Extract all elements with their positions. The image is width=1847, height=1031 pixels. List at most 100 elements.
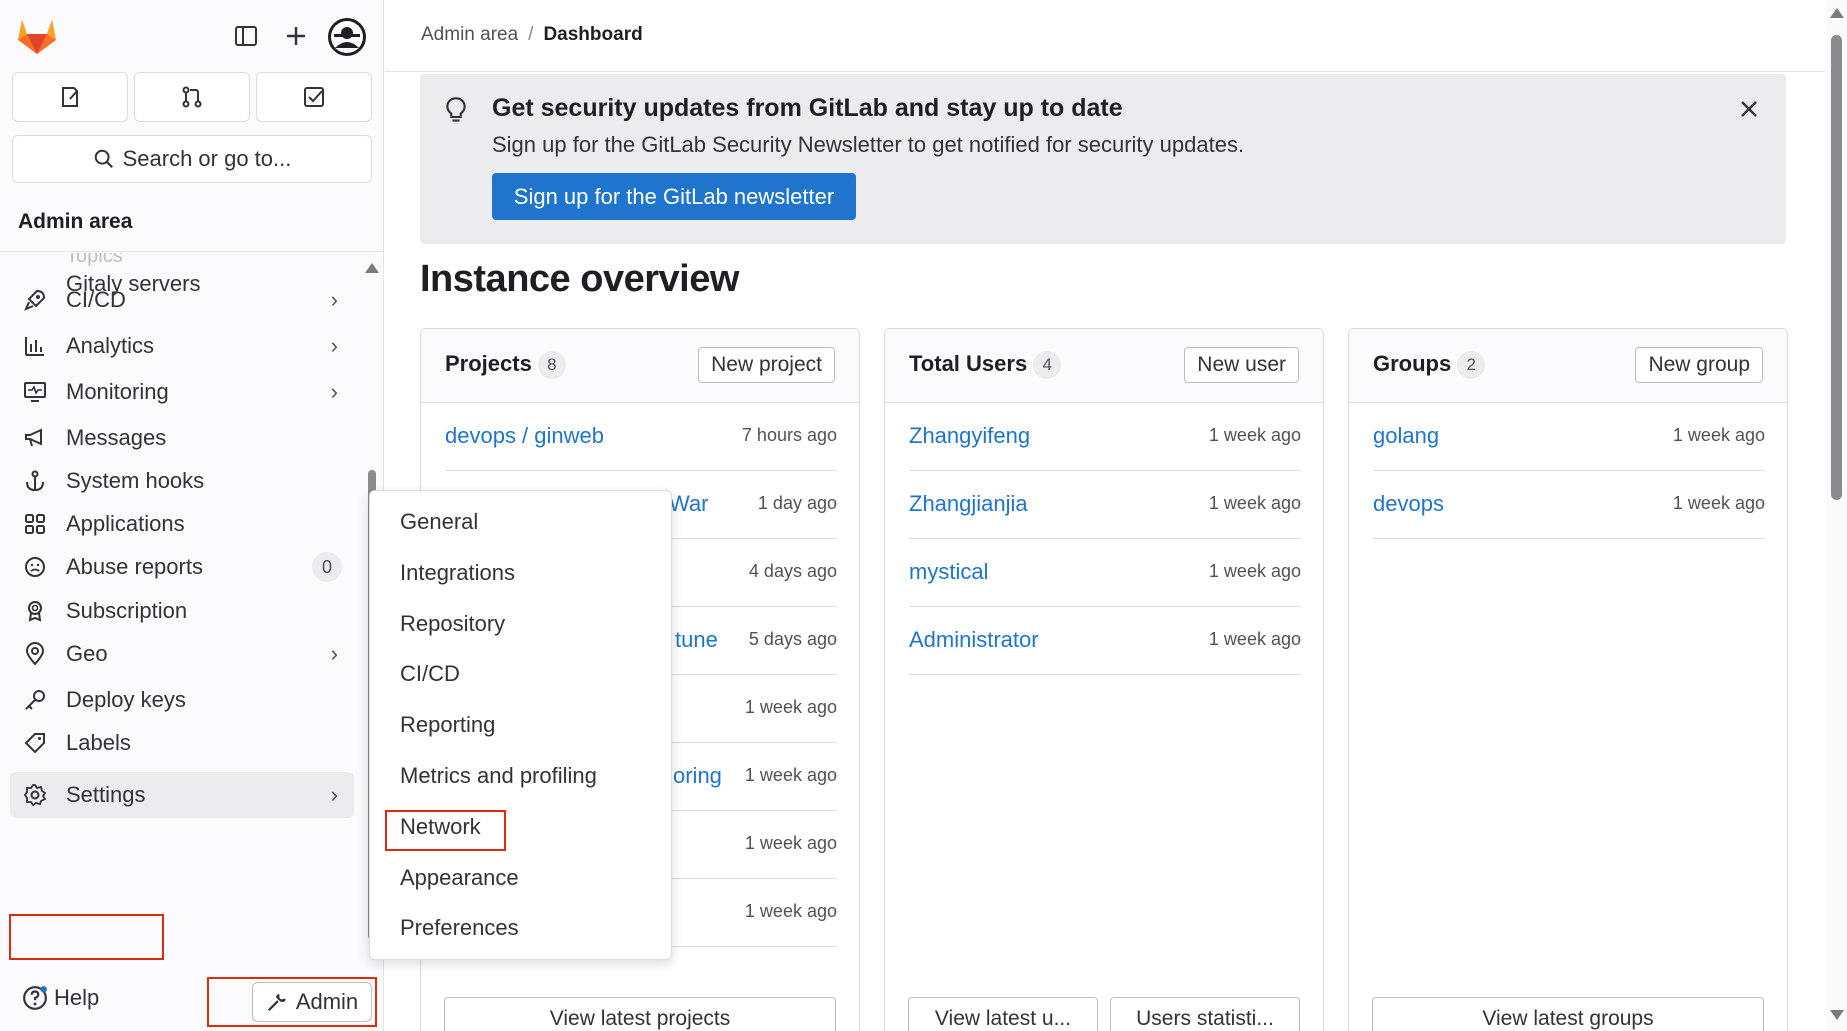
view-latest-users-button[interactable]: View latest u... xyxy=(908,997,1098,1031)
page-scrollbar-thumb[interactable] xyxy=(1831,35,1842,500)
project-time: 1 day ago xyxy=(757,493,837,513)
settings-menu-network[interactable]: Network xyxy=(400,814,481,840)
scroll-down-icon[interactable] xyxy=(1830,1010,1844,1020)
sidebar-item-label: Abuse reports xyxy=(66,554,203,579)
settings-menu-reporting[interactable]: Reporting xyxy=(400,712,495,738)
help-button[interactable]: Help xyxy=(22,985,99,1011)
projects-count-badge: 8 xyxy=(537,351,566,380)
sidebar-item-ci-cd[interactable]: CI/CD › xyxy=(10,277,354,323)
issues-button[interactable] xyxy=(12,72,128,122)
new-group-button[interactable]: New group xyxy=(1635,347,1763,383)
settings-menu-ci-cd[interactable]: CI/CD xyxy=(400,661,460,687)
sidebar-item-monitoring[interactable]: Monitoring › xyxy=(10,369,354,415)
scroll-up-icon[interactable] xyxy=(1830,8,1844,18)
project-link[interactable]: oring xyxy=(673,763,722,789)
anchor-icon xyxy=(22,468,48,494)
view-latest-projects-button[interactable]: View latest projects xyxy=(444,997,836,1031)
apps-icon xyxy=(22,511,48,537)
breadcrumb: Admin area / Dashboard xyxy=(421,24,643,45)
users-card-header: Total Users 4 New user xyxy=(885,329,1323,403)
sidebar-item-label: Applications xyxy=(66,511,185,536)
page-scrollbar[interactable] xyxy=(1826,0,1847,1031)
project-link[interactable]: devops / ginweb xyxy=(445,423,604,449)
user-avatar[interactable] xyxy=(328,18,366,56)
search-button[interactable]: Search or go to... xyxy=(12,135,372,183)
sidebar-item-label: Settings xyxy=(66,782,146,807)
sidebar-context-title: Admin area xyxy=(0,200,383,252)
sidebar-item-label: Monitoring xyxy=(66,379,169,404)
settings-menu-preferences[interactable]: Preferences xyxy=(400,915,519,941)
banner-title: Get security updates from GitLab and sta… xyxy=(492,94,1123,122)
search-label: Search or go to... xyxy=(122,146,292,171)
settings-menu-repository[interactable]: Repository xyxy=(400,611,505,637)
sidebar-item-system-hooks[interactable]: System hooks xyxy=(10,458,354,504)
chevron-right-icon: › xyxy=(330,379,338,404)
new-project-button[interactable]: New project xyxy=(698,347,835,383)
gitlab-logo-icon[interactable] xyxy=(16,16,58,56)
group-link[interactable]: golang xyxy=(1373,423,1439,449)
sidebar-toggle-icon[interactable] xyxy=(228,18,264,54)
project-link[interactable]: tune xyxy=(675,627,718,653)
project-time: 1 week ago xyxy=(744,901,837,921)
sidebar-nav[interactable]: Topics Gitaly servers CI/CD › Analytics › Mon… xyxy=(0,253,383,963)
sidebar-item-settings[interactable]: Settings › xyxy=(10,772,354,818)
wrench-icon xyxy=(267,994,286,1012)
sidebar-item-label: Subscription xyxy=(66,598,188,623)
breadcrumb-admin-area[interactable]: Admin area xyxy=(421,24,518,45)
sidebar-item-messages[interactable]: Messages xyxy=(10,415,354,461)
group-row: devops 1 week ago xyxy=(1373,471,1765,539)
sidebar-item-deploy-keys[interactable]: Deploy keys xyxy=(10,677,354,723)
users-card: Total Users 4 New user Zhangyifeng 1 week … xyxy=(884,328,1324,1031)
settings-menu-appearance[interactable]: Appearance xyxy=(400,865,519,891)
users-title: Total Users xyxy=(909,351,1028,376)
groups-count-badge: 2 xyxy=(1457,351,1486,380)
search-icon xyxy=(94,149,113,168)
sidebar-item-subscription[interactable]: Subscription xyxy=(10,588,354,634)
users-count-badge: 4 xyxy=(1033,351,1062,380)
todos-button[interactable] xyxy=(256,72,372,122)
user-link[interactable]: mystical xyxy=(909,559,988,585)
chevron-right-icon: › xyxy=(330,287,338,312)
settings-menu-metrics-and-profiling[interactable]: Metrics and profiling xyxy=(400,763,597,789)
newsletter-signup-button[interactable]: Sign up for the GitLab newsletter xyxy=(492,173,856,220)
sidebar-item-label: Geo xyxy=(66,641,108,666)
sidebar-item-labels[interactable]: Labels xyxy=(10,720,354,766)
chevron-right-icon: › xyxy=(330,641,338,666)
project-row: devops / ginweb 7 hours ago xyxy=(445,403,837,471)
user-link[interactable]: Administrator xyxy=(909,627,1039,653)
user-link[interactable]: Zhangjianjia xyxy=(909,491,1028,517)
todo-icon xyxy=(304,87,324,107)
sidebar-scroll-up-icon[interactable] xyxy=(365,263,379,273)
close-icon[interactable] xyxy=(1734,94,1764,124)
sidebar-item-applications[interactable]: Applications xyxy=(10,501,354,547)
help-icon xyxy=(23,986,47,1010)
user-link[interactable]: Zhangyifeng xyxy=(909,423,1030,449)
rocket-icon xyxy=(22,287,48,313)
sidebar-item-analytics[interactable]: Analytics › xyxy=(10,323,354,369)
security-banner: Get security updates from GitLab and sta… xyxy=(420,74,1786,244)
view-latest-groups-button[interactable]: View latest groups xyxy=(1372,997,1764,1031)
groups-card: Groups 2 New group golang 1 week ago devops… xyxy=(1348,328,1788,1031)
sidebar: Search or go to... Admin area Topics Git… xyxy=(0,0,384,1031)
user-time: 1 week ago xyxy=(1208,629,1301,649)
project-link[interactable]: War xyxy=(669,491,709,517)
project-time: 5 days ago xyxy=(748,629,837,649)
settings-menu-general[interactable]: General xyxy=(400,509,478,535)
merge-request-icon xyxy=(182,86,202,108)
location-icon xyxy=(22,641,48,667)
settings-menu-integrations[interactable]: Integrations xyxy=(400,560,515,586)
chevron-right-icon: › xyxy=(330,333,338,358)
bullhorn-icon xyxy=(22,425,48,451)
sidebar-item-abuse-reports[interactable]: Abuse reports 0 xyxy=(10,544,354,590)
user-row: Administrator 1 week ago xyxy=(909,607,1301,675)
sidebar-item-geo[interactable]: Geo › xyxy=(10,631,354,677)
groups-title: Groups xyxy=(1373,351,1452,376)
new-user-button[interactable]: New user xyxy=(1184,347,1299,383)
project-time: 7 hours ago xyxy=(741,425,837,445)
merge-requests-button[interactable] xyxy=(134,72,250,122)
users-statistics-button[interactable]: Users statisti... xyxy=(1110,997,1300,1031)
admin-button[interactable]: Admin xyxy=(252,982,372,1022)
group-link[interactable]: devops xyxy=(1373,491,1444,517)
create-new-icon[interactable] xyxy=(278,18,314,54)
groups-card-header: Groups 2 New group xyxy=(1349,329,1787,403)
